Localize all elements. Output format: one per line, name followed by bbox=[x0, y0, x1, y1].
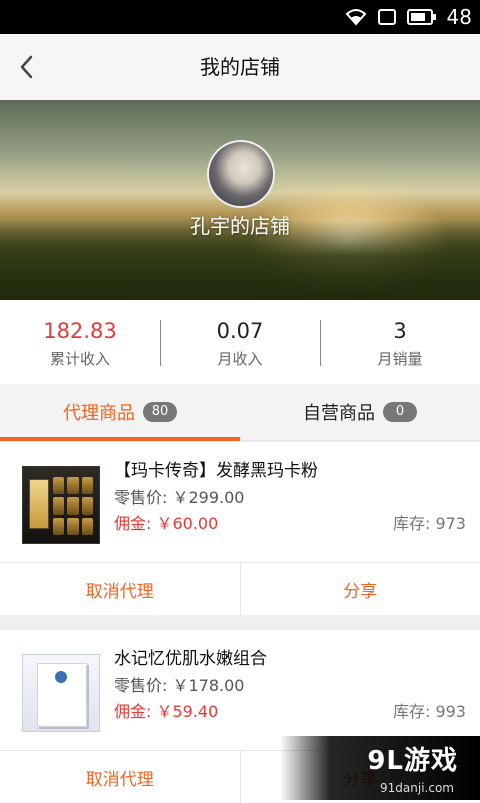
product-commission: 佣金: ￥60.00 bbox=[114, 510, 218, 534]
product-retail-price: 零售价: ￥178.00 bbox=[114, 672, 244, 696]
sim-card-icon bbox=[377, 8, 397, 26]
page-title: 我的店铺 bbox=[0, 34, 480, 100]
stat-label: 月销量 bbox=[320, 348, 480, 369]
stat-total-income: 182.83 累计收入 bbox=[0, 300, 160, 384]
product-info[interactable]: 水记忆优肌水嫩组合 零售价: ￥178.00 佣金: ￥59.40 库存: 99… bbox=[0, 630, 480, 751]
product-name: 【玛卡传奇】发酵黑玛卡粉 bbox=[114, 456, 318, 481]
count-badge: 0 bbox=[383, 402, 417, 422]
product-stock: 库存: 993 bbox=[393, 698, 466, 722]
product-info[interactable]: 【玛卡传奇】发酵黑玛卡粉 零售价: ￥299.00 佣金: ￥60.00 库存:… bbox=[0, 442, 480, 563]
tab-agent-products[interactable]: 代理商品 80 bbox=[0, 384, 240, 440]
stat-value: 0.07 bbox=[160, 318, 320, 344]
stat-monthly-income: 0.07 月收入 bbox=[160, 300, 320, 384]
product-retail-price: 零售价: ￥299.00 bbox=[114, 484, 244, 508]
product-stock: 库存: 973 bbox=[393, 510, 466, 534]
status-bar: 48 bbox=[0, 0, 480, 34]
status-time: 48 bbox=[447, 5, 472, 29]
share-button[interactable]: 分享 bbox=[240, 563, 480, 615]
product-name: 水记忆优肌水嫩组合 bbox=[114, 644, 267, 669]
stats-bar: 182.83 累计收入 0.07 月收入 3 月销量 bbox=[0, 300, 480, 384]
product-tabs: 代理商品 80 自营商品 0 bbox=[0, 384, 480, 441]
product-image bbox=[22, 466, 100, 544]
product-card: 【玛卡传奇】发酵黑玛卡粉 零售价: ￥299.00 佣金: ￥60.00 库存:… bbox=[0, 442, 480, 615]
stat-value: 3 bbox=[320, 318, 480, 344]
avatar[interactable] bbox=[207, 140, 275, 208]
tab-label: 自营商品 bbox=[303, 399, 375, 425]
shop-name: 孔宇的店铺 bbox=[0, 210, 480, 239]
watermark-logo: 9L游戏 bbox=[367, 740, 458, 777]
status-icons: 48 bbox=[345, 0, 472, 34]
battery-icon bbox=[407, 8, 437, 26]
cancel-agency-button[interactable]: 取消代理 bbox=[0, 563, 240, 615]
product-actions: 取消代理 分享 bbox=[0, 563, 480, 615]
watermark: 9L游戏 91danji.com bbox=[280, 736, 480, 800]
stat-label: 月收入 bbox=[160, 348, 320, 369]
cancel-agency-button[interactable]: 取消代理 bbox=[0, 751, 240, 803]
watermark-url: 91danji.com bbox=[380, 781, 454, 795]
product-commission: 佣金: ￥59.40 bbox=[114, 698, 218, 722]
top-bar: 我的店铺 bbox=[0, 34, 480, 101]
product-image bbox=[22, 654, 100, 732]
stat-monthly-sales: 3 月销量 bbox=[320, 300, 480, 384]
stat-label: 累计收入 bbox=[0, 348, 160, 369]
wifi-icon bbox=[345, 8, 367, 26]
tab-own-products[interactable]: 自营商品 0 bbox=[240, 384, 480, 440]
count-badge: 80 bbox=[143, 402, 177, 422]
shop-banner: 孔宇的店铺 bbox=[0, 100, 480, 300]
tab-label: 代理商品 bbox=[63, 399, 135, 425]
stat-value: 182.83 bbox=[0, 318, 160, 344]
